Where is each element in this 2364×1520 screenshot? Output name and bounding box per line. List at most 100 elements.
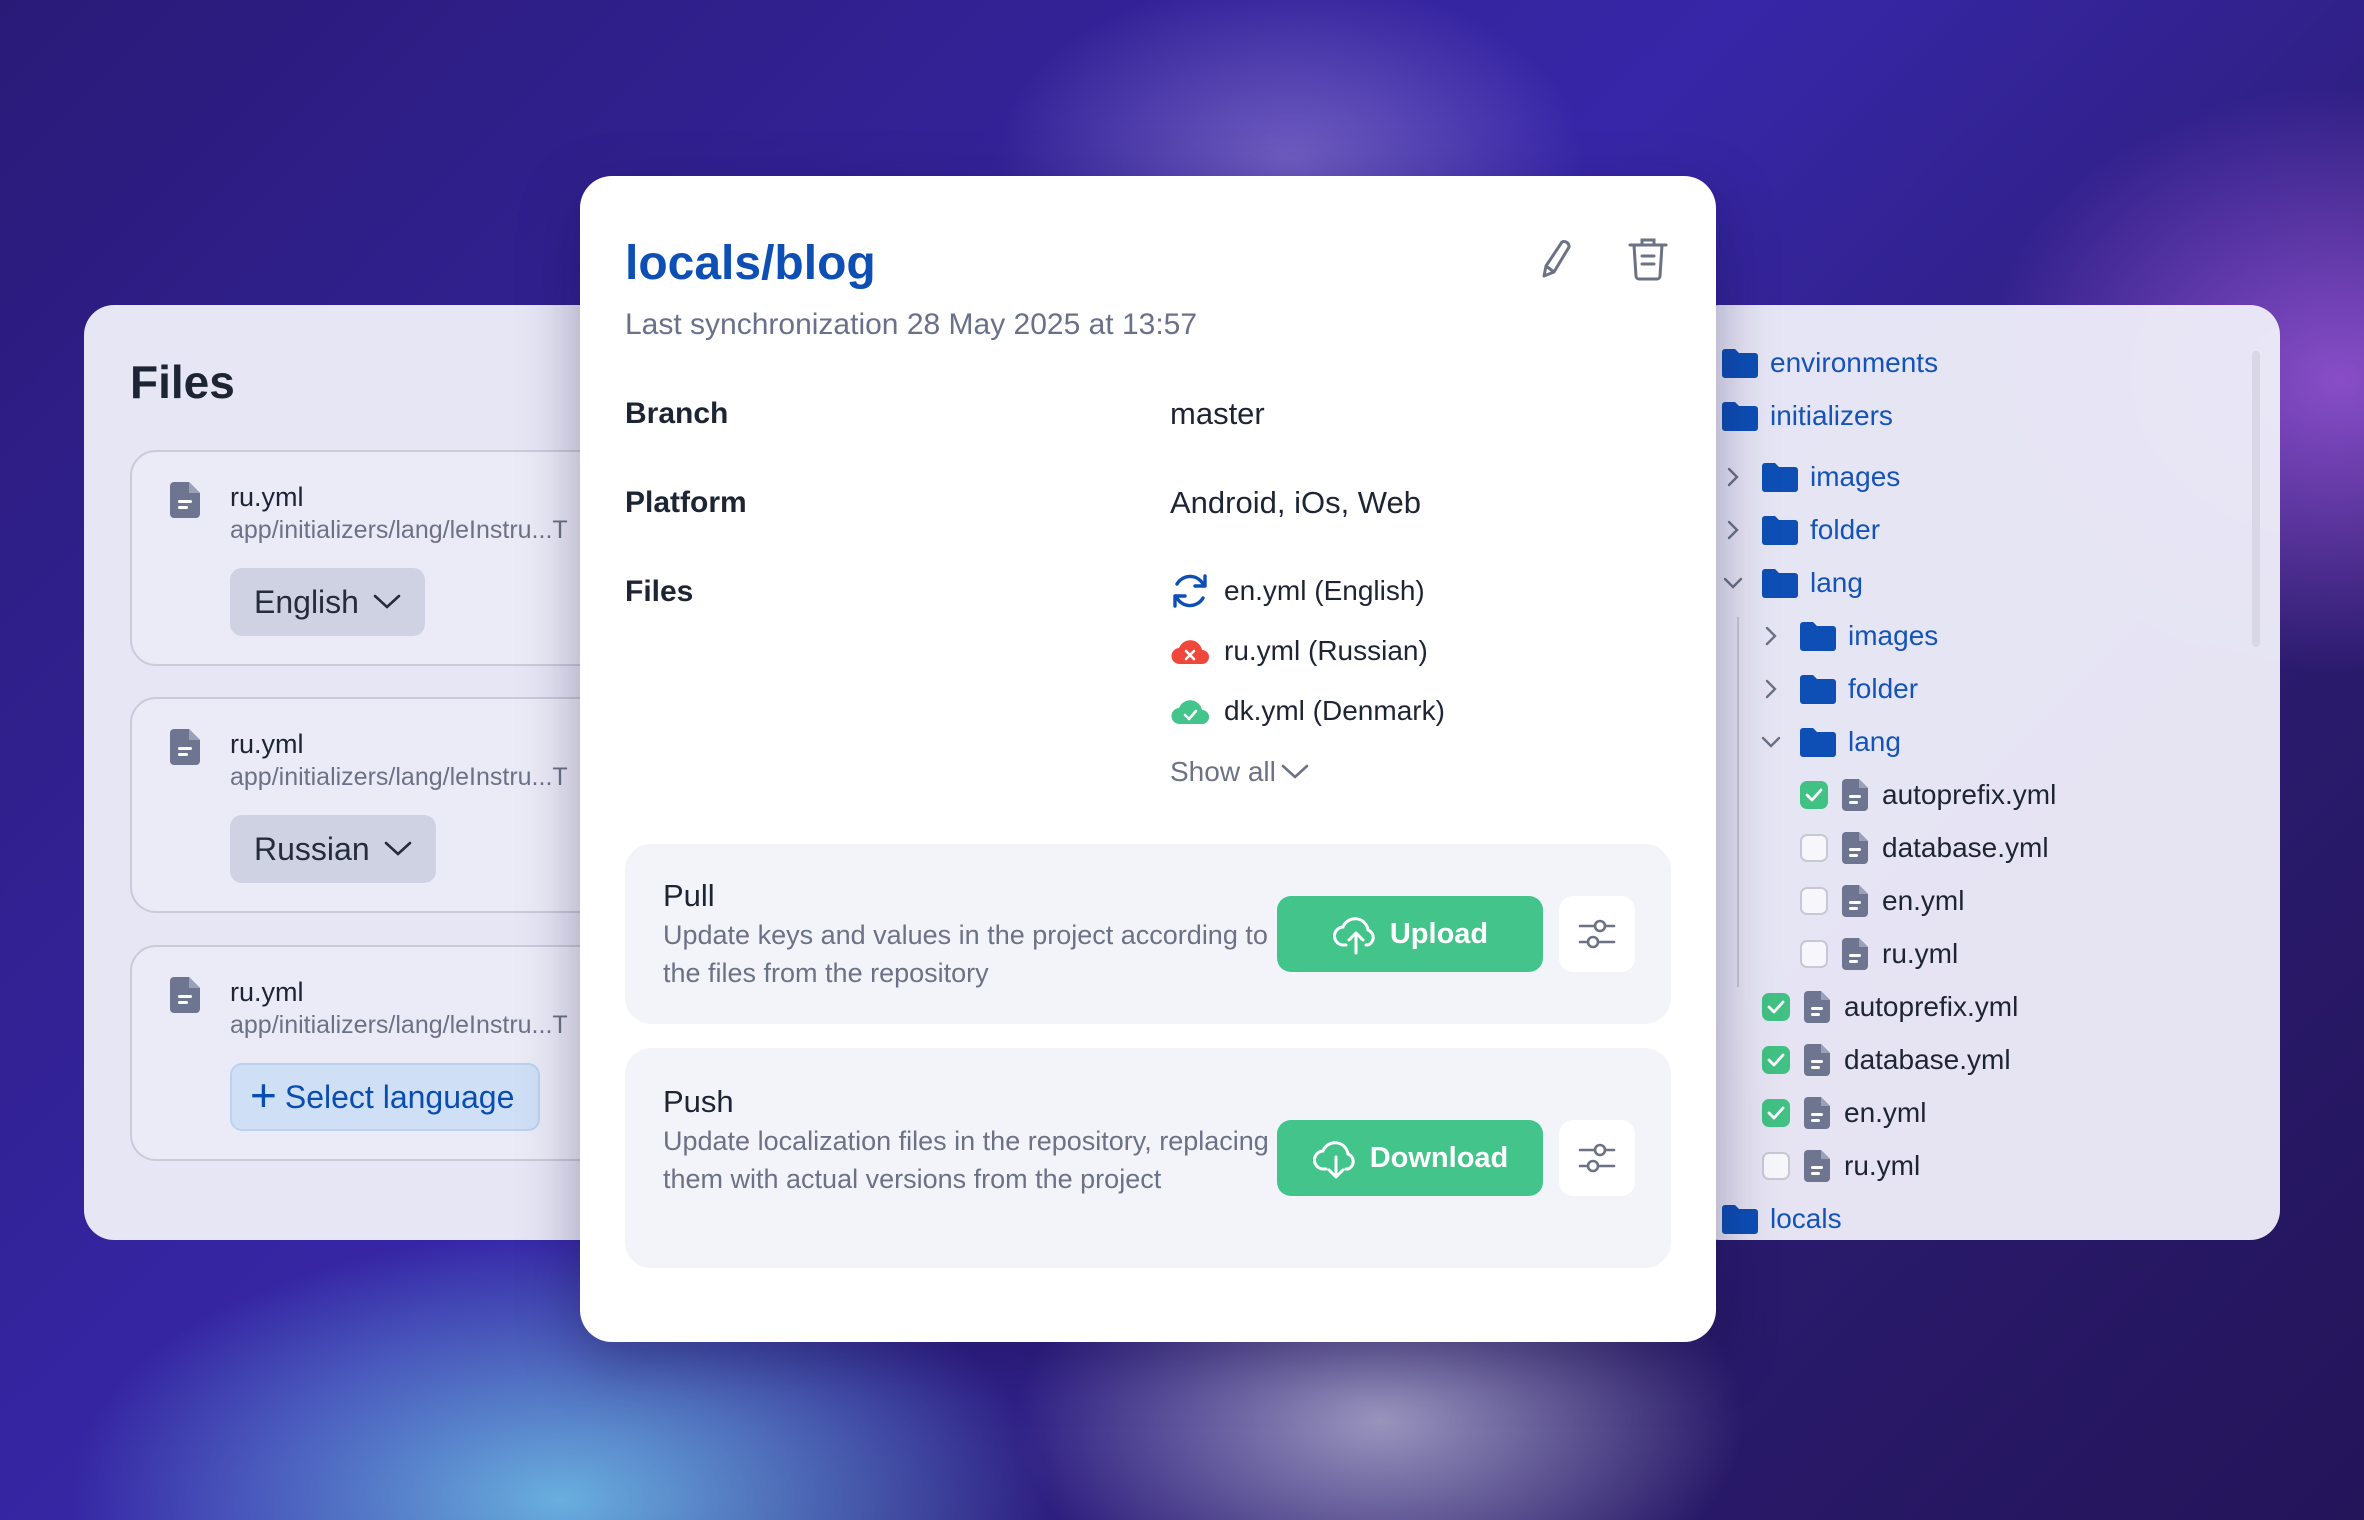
chevron-right-icon[interactable] xyxy=(1760,625,1782,647)
file-card[interactable]: ru.yml app/initializers/lang/leInstru...… xyxy=(130,945,644,1161)
tree-folder-folder[interactable]: folder xyxy=(1722,510,1880,550)
check-icon xyxy=(1767,1053,1785,1067)
file-card[interactable]: ru.yml app/initializers/lang/leInstru...… xyxy=(130,697,644,913)
file-doc-icon xyxy=(1804,1150,1830,1182)
tree-folder-images[interactable]: images xyxy=(1760,616,1938,656)
file-checkbox[interactable] xyxy=(1762,993,1790,1021)
edit-pencil-icon[interactable] xyxy=(1534,236,1578,280)
push-description: Update localization files in the reposit… xyxy=(663,1126,1269,1194)
pull-settings-button[interactable] xyxy=(1559,896,1635,972)
folder-icon xyxy=(1722,402,1758,431)
chevron-down-icon xyxy=(1281,764,1309,779)
tree-file-en.yml[interactable]: en.yml xyxy=(1800,881,1964,921)
language-dropdown[interactable]: English xyxy=(230,568,425,636)
show-all-link[interactable]: Show all xyxy=(1170,756,1310,788)
tree-folder-label: lang xyxy=(1810,567,1863,598)
tree-file-label: ru.yml xyxy=(1882,938,1959,969)
tree-file-label: database.yml xyxy=(1844,1044,2011,1075)
files-panel: Files ru.yml app/initializers/lang/leIns… xyxy=(84,305,644,1240)
tree-file-ru.yml[interactable]: ru.yml xyxy=(1762,1146,1920,1186)
tree-file-label: database.yml xyxy=(1882,832,2049,863)
folder-icon xyxy=(1800,622,1836,651)
file-status-item: dk.yml (Denmark) xyxy=(1170,689,1445,733)
download-button[interactable]: Download xyxy=(1277,1120,1543,1196)
cloud-error-icon xyxy=(1171,640,1209,665)
folder-icon xyxy=(1722,1205,1758,1234)
tree-folder-label: images xyxy=(1810,461,1901,492)
push-settings-button[interactable] xyxy=(1559,1120,1635,1196)
tree-folder-label: locals xyxy=(1770,1203,1842,1234)
file-doc-icon xyxy=(1804,991,1830,1023)
file-doc-icon xyxy=(170,729,200,765)
sync-icon xyxy=(1173,574,1207,608)
pull-section: Pull Update keys and values in the proje… xyxy=(625,844,1671,1024)
tree-file-ru.yml[interactable]: ru.yml xyxy=(1800,934,1958,974)
tree-folder-images[interactable]: images xyxy=(1722,457,1900,497)
file-tree-panel: environments initializers images folder lang… xyxy=(1690,305,2280,1240)
files-label: Files xyxy=(625,575,694,608)
tree-file-database.yml[interactable]: database.yml xyxy=(1800,828,2049,868)
select-language-label: Select language xyxy=(284,1078,515,1115)
file-name: ru.yml xyxy=(230,482,304,512)
upload-button[interactable]: Upload xyxy=(1277,896,1543,972)
file-name: ru.yml xyxy=(230,977,304,1007)
file-checkbox[interactable] xyxy=(1762,1099,1790,1127)
tree-folder-label: images xyxy=(1848,620,1939,651)
file-path: app/initializers/lang/leInstru...T xyxy=(230,1011,568,1039)
file-checkbox[interactable] xyxy=(1800,940,1828,968)
tree-file-database.yml[interactable]: database.yml xyxy=(1762,1040,2011,1080)
last-sync-text: Last synchronization 28 May 2025 at 13:5… xyxy=(625,308,1198,341)
tree-folder-label: initializers xyxy=(1770,400,1893,431)
chevron-right-icon[interactable] xyxy=(1760,678,1782,700)
chevron-down-icon[interactable] xyxy=(1760,731,1782,753)
tree-file-label: ru.yml xyxy=(1844,1150,1921,1181)
sliders-icon xyxy=(1578,919,1616,949)
tree-folder-environments[interactable]: environments xyxy=(1722,343,1938,383)
trash-icon[interactable] xyxy=(1626,236,1670,282)
branch-label: Branch xyxy=(625,397,729,430)
tree-file-label: autoprefix.yml xyxy=(1882,779,2057,810)
file-doc-icon xyxy=(1842,938,1868,970)
repository-title: locals/blog xyxy=(625,237,876,290)
folder-icon xyxy=(1800,675,1836,704)
folder-icon xyxy=(1762,516,1798,545)
platform-value: Android, iOs, Web xyxy=(1170,485,1421,520)
tree-folder-label: lang xyxy=(1848,726,1901,757)
tree-folder-initializers[interactable]: initializers xyxy=(1722,396,1893,436)
chevron-right-icon[interactable] xyxy=(1722,466,1744,488)
tree-file-autoprefix.yml[interactable]: autoprefix.yml xyxy=(1762,987,2018,1027)
tree-folder-locals[interactable]: locals xyxy=(1722,1199,1842,1239)
tree-file-autoprefix.yml[interactable]: autoprefix.yml xyxy=(1800,775,2056,815)
select-language-button[interactable]: + Select language xyxy=(230,1063,541,1131)
check-icon xyxy=(1805,788,1823,802)
chevron-down-icon xyxy=(384,841,411,856)
tree-file-en.yml[interactable]: en.yml xyxy=(1762,1093,1926,1133)
cloud-download-icon xyxy=(1312,1141,1355,1179)
language-dropdown[interactable]: Russian xyxy=(230,815,436,883)
chevron-down-icon[interactable] xyxy=(1722,572,1744,594)
file-status-label: en.yml (English) xyxy=(1224,575,1425,606)
tree-folder-label: environments xyxy=(1770,347,1939,378)
file-checkbox[interactable] xyxy=(1800,887,1828,915)
file-doc-icon xyxy=(1842,779,1868,811)
file-checkbox[interactable] xyxy=(1762,1152,1790,1180)
branch-value: master xyxy=(1170,396,1265,431)
folder-icon xyxy=(1722,349,1758,378)
file-card[interactable]: ru.yml app/initializers/lang/leInstru...… xyxy=(130,450,644,666)
check-icon xyxy=(1767,1106,1785,1120)
tree-folder-folder[interactable]: folder xyxy=(1760,669,1918,709)
tree-scrollbar[interactable] xyxy=(2252,351,2260,647)
file-doc-icon xyxy=(1842,832,1868,864)
file-status-label: dk.yml (Denmark) xyxy=(1224,695,1445,726)
file-checkbox[interactable] xyxy=(1800,834,1828,862)
tree-folder-lang[interactable]: lang xyxy=(1722,563,1863,603)
file-doc-icon xyxy=(1804,1044,1830,1076)
file-status-label: ru.yml (Russian) xyxy=(1224,635,1428,666)
file-checkbox[interactable] xyxy=(1800,781,1828,809)
file-doc-icon xyxy=(1842,885,1868,917)
download-button-label: Download xyxy=(1369,1141,1509,1174)
tree-folder-lang[interactable]: lang xyxy=(1760,722,1901,762)
files-panel-title: Files xyxy=(130,356,235,408)
file-checkbox[interactable] xyxy=(1762,1046,1790,1074)
chevron-right-icon[interactable] xyxy=(1722,519,1744,541)
